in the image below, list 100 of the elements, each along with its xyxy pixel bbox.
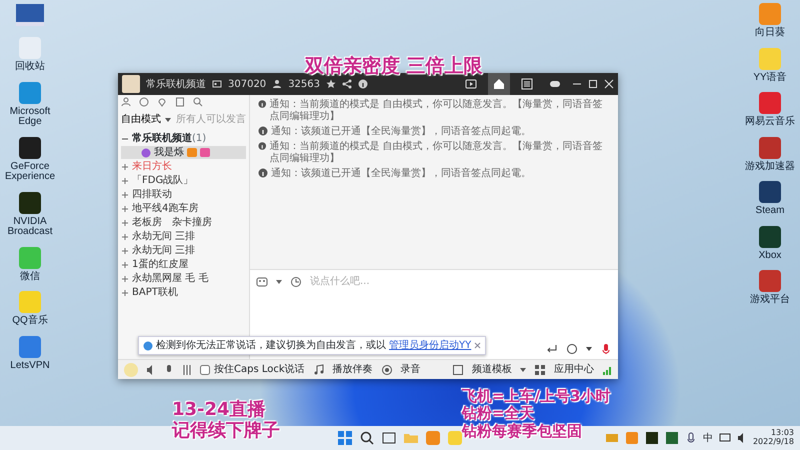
icon-label: 回收站: [14, 62, 46, 72]
tray-app-icon[interactable]: [644, 431, 659, 445]
app-icon[interactable]: [758, 180, 782, 204]
caret-icon[interactable]: [586, 346, 592, 352]
toolbar-tab[interactable]: [488, 73, 510, 95]
message-input[interactable]: 说点什么吧...: [310, 274, 612, 289]
monitor-icon[interactable]: [718, 432, 731, 444]
icon-label: 微信: [19, 272, 41, 282]
grid-icon[interactable]: [534, 364, 546, 376]
channel-name[interactable]: 来日方长: [132, 159, 172, 174]
windows-icon[interactable]: [337, 430, 353, 446]
channel-name[interactable]: 永劫黑网屋 毛 毛: [132, 271, 208, 286]
microphone-icon[interactable]: [600, 343, 612, 355]
icon-label: 游戏平台: [749, 295, 791, 306]
icon-label: 游戏加速器: [744, 162, 796, 172]
channel-name[interactable]: 常乐联机频道(1): [132, 131, 206, 146]
expand-icon[interactable]: [121, 218, 129, 226]
caption-text: 13-24直播: [172, 400, 267, 420]
maximize-icon[interactable]: [588, 79, 598, 89]
channel-name[interactable]: BAPT联机: [132, 285, 178, 300]
channel-name[interactable]: 1蛋的红皮屋: [132, 257, 188, 272]
channel-name[interactable]: 永劫无间 三排: [132, 229, 196, 244]
channel-id: 307020: [228, 78, 266, 92]
tray-app-icon[interactable]: [664, 431, 679, 445]
caption-text: 钻粉每赛季包坚固: [462, 422, 583, 440]
expand-icon[interactable]: [121, 190, 129, 198]
caret-icon: [165, 116, 171, 122]
icon-label: 网易云音乐: [744, 117, 796, 128]
app-icon[interactable]: [18, 136, 42, 160]
expand-icon[interactable]: [121, 246, 129, 254]
info-icon[interactable]: [358, 79, 368, 89]
channel-name[interactable]: 老板房 杂卡撞房: [132, 215, 212, 230]
record-icon[interactable]: [380, 364, 393, 376]
caption-text: 钻粉=全天: [462, 405, 536, 422]
icon-label: Xbox: [758, 250, 782, 261]
caption-text: 双倍亲密度 三倍上限: [305, 54, 483, 79]
expand-icon[interactable]: [121, 204, 129, 212]
search-icon[interactable]: [359, 430, 375, 446]
user-icon: [141, 148, 151, 158]
notice-text: 通知：当前频道的模式是 自由模式，你可以随意发言。【海量赏，同语音签点同编辑理功】: [269, 141, 604, 165]
caption-text: 飞机=上车/上号3小时: [462, 388, 610, 406]
caption-text: 记得续下牌子: [172, 420, 280, 442]
icon-label: 向日葵: [754, 28, 786, 38]
icon-label: YY语音: [752, 72, 788, 83]
microphone-icon[interactable]: [684, 432, 697, 444]
app-icon[interactable]: [758, 224, 782, 248]
notice-text: 通知：该频道已开通【全民海量赏】，同语音签点同起電。: [271, 168, 531, 180]
equalizer-icon[interactable]: [182, 364, 192, 376]
channel-name[interactable]: 「FDG战队」: [132, 173, 194, 188]
channel-name[interactable]: 地平线4跑车房: [132, 201, 198, 216]
icon-label: GeForce Experience: [4, 162, 56, 182]
music-note-icon[interactable]: [312, 364, 325, 376]
home-icon: [493, 78, 505, 90]
window-icon[interactable]: [381, 430, 397, 446]
expand-icon[interactable]: [121, 274, 129, 282]
accompaniment-button[interactable]: 播放伴奏: [332, 362, 373, 377]
star-icon[interactable]: [326, 79, 336, 89]
app-center-button[interactable]: 应用中心: [554, 362, 594, 377]
info-icon: [143, 340, 153, 350]
template-dropdown[interactable]: 频道模板: [472, 362, 512, 377]
caps-lock-checkbox[interactable]: [200, 364, 210, 374]
user-row[interactable]: 我是烁: [121, 146, 246, 159]
checkbox-label: 按住Caps Lock说话: [214, 362, 305, 377]
gamepad-icon: [549, 78, 561, 90]
channel-name[interactable]: 永劫无间 三排: [132, 243, 196, 258]
expand-icon[interactable]: [121, 176, 129, 184]
share-icon[interactable]: [342, 79, 352, 89]
location-icon[interactable]: [157, 97, 167, 107]
caret-icon[interactable]: [520, 366, 526, 372]
caret-icon[interactable]: [276, 278, 282, 284]
id-card-icon: [212, 79, 222, 89]
tooltip-text: 检测到你无法正常说话，建议切换为自由发言，或以: [156, 338, 386, 353]
icon-label: Microsoft Edge: [8, 106, 52, 128]
online-count: 32563: [288, 78, 320, 92]
expand-icon[interactable]: [121, 288, 129, 296]
icon-label: NVIDIA Broadcast: [6, 216, 54, 238]
emoji-icon[interactable]: [256, 276, 268, 288]
person-icon[interactable]: [121, 97, 131, 107]
admin-link[interactable]: 管理员身份启动YY: [389, 338, 472, 353]
input-method-button[interactable]: 中: [702, 430, 713, 446]
expand-icon[interactable]: [121, 260, 129, 268]
icon-label: Steam: [754, 206, 786, 216]
record-button[interactable]: 录音: [400, 362, 421, 377]
icon-label: LetsVPN: [9, 360, 51, 371]
clock-date[interactable]: 2022/9/18: [752, 438, 794, 447]
expand-icon[interactable]: [121, 232, 129, 240]
video-icon: [465, 78, 477, 90]
expand-icon[interactable]: [121, 162, 129, 170]
clock-time[interactable]: 13:03: [770, 429, 794, 438]
icon-label: QQ音乐: [11, 316, 49, 326]
enter-icon[interactable]: [546, 343, 558, 355]
info-icon: [258, 126, 268, 136]
person-icon: [272, 79, 282, 89]
app-icon[interactable]: [18, 190, 42, 214]
info-icon: [258, 168, 268, 178]
mode-dropdown[interactable]: 自由模式: [121, 112, 171, 127]
logo-icon[interactable]: [14, 2, 46, 28]
speak-rule: 所有人可以发言: [176, 112, 246, 127]
channel-name[interactable]: 四排联动: [132, 187, 172, 202]
notice-text: 通知：该频道已开通【全民海量赏】，同语音签点同起電。: [271, 126, 531, 138]
